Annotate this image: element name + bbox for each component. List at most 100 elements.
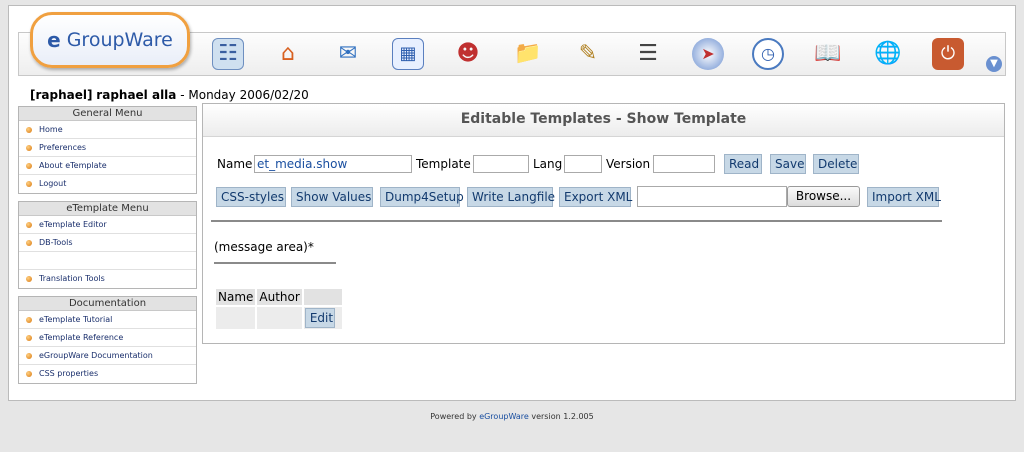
logo-mark: e	[47, 28, 61, 52]
menu-title: eTemplate Menu	[19, 202, 196, 216]
menu-item-label: About eTemplate	[39, 161, 107, 170]
lang-label: Lang	[533, 157, 563, 171]
calendar-icon[interactable]: ▦	[392, 38, 424, 70]
table-row: Edit	[216, 307, 342, 329]
logo-text: GroupWare	[66, 29, 173, 51]
footer-suffix: version 1.2.005	[528, 412, 594, 421]
menu-item-etemplate-editor[interactable]: eTemplate Editor	[19, 216, 196, 234]
browse-button[interactable]: Browse...	[787, 186, 860, 207]
bullet-icon	[26, 181, 32, 187]
column-header-name: Name	[216, 289, 256, 305]
footer-link[interactable]: eGroupWare	[479, 412, 529, 421]
menu-item-label: Translation Tools	[39, 274, 105, 283]
bullet-icon	[26, 127, 32, 133]
bullet-icon	[26, 317, 32, 323]
import-xml-button[interactable]: Import XML	[867, 187, 941, 207]
timesheet-icon[interactable]: ◷	[752, 38, 784, 70]
read-button[interactable]: Read	[724, 154, 762, 174]
menu-item-tutorial[interactable]: eTemplate Tutorial	[19, 311, 196, 329]
menu-item-db-tools[interactable]: DB-Tools	[19, 234, 196, 252]
separator-line	[211, 220, 942, 222]
message-underline	[214, 262, 336, 264]
menu-item-reference[interactable]: eTemplate Reference	[19, 329, 196, 347]
edit-button[interactable]: Edit	[304, 308, 335, 328]
cell-author	[257, 307, 302, 329]
sitemgr-icon[interactable]: ➤	[692, 38, 724, 70]
table-header-row: Name Author	[216, 289, 342, 305]
user-login: [raphael]	[30, 88, 93, 102]
menu-item-label: eGroupWare Documentation	[39, 351, 153, 360]
version-field[interactable]	[653, 155, 715, 173]
show-values-button[interactable]: Show Values	[291, 187, 373, 207]
home-icon[interactable]: ⌂	[272, 38, 304, 70]
save-button[interactable]: Save	[770, 154, 806, 174]
egroupware-logo[interactable]: e GroupWare	[30, 12, 190, 68]
menu-item-label: eTemplate Editor	[39, 220, 107, 229]
addressbook-icon[interactable]: ☻	[452, 38, 484, 70]
bullet-icon	[26, 222, 32, 228]
menu-item-css-properties[interactable]: CSS properties	[19, 365, 196, 383]
general-menu: General Menu Home Preferences About eTem…	[18, 106, 197, 194]
menu-item-translation-tools[interactable]: Translation Tools	[19, 270, 196, 288]
name-label: Name	[217, 157, 253, 171]
wiki-icon[interactable]: 🌐	[872, 38, 904, 70]
manual-icon[interactable]: 📖	[812, 38, 844, 70]
column-header-actions	[303, 289, 342, 305]
write-langfile-button[interactable]: Write Langfile	[467, 187, 555, 207]
menu-item-home[interactable]: Home	[19, 121, 196, 139]
menu-title: General Menu	[19, 107, 196, 121]
template-field[interactable]	[473, 155, 529, 173]
menu-item-label: Preferences	[39, 143, 87, 152]
delete-button[interactable]: Delete	[813, 154, 859, 174]
cell-name	[216, 307, 256, 329]
menu-item-preferences[interactable]: Preferences	[19, 139, 196, 157]
bullet-icon	[26, 163, 32, 169]
email-icon[interactable]: ✉	[332, 38, 364, 70]
etemplate-menu: eTemplate Menu eTemplate Editor DB-Tools…	[18, 201, 197, 289]
menu-item-egroupware-docs[interactable]: eGroupWare Documentation	[19, 347, 196, 365]
menu-item-label: DB-Tools	[39, 238, 73, 247]
bullet-icon	[26, 276, 32, 282]
user-info: [raphael] raphael alla - Monday 2006/02/…	[30, 88, 309, 102]
cell-actions: Edit	[303, 307, 342, 329]
current-date: Monday 2006/02/20	[188, 88, 309, 102]
scroll-down-icon[interactable]: ▼	[986, 56, 1002, 72]
xml-file-input[interactable]	[637, 186, 787, 207]
page-title: Editable Templates - Show Template	[203, 104, 1004, 137]
bullet-icon	[26, 353, 32, 359]
bullet-icon	[26, 335, 32, 341]
bullet-icon	[26, 371, 32, 377]
files-icon[interactable]: 📁	[512, 38, 544, 70]
menu-item-label: Home	[39, 125, 63, 134]
lang-field[interactable]	[564, 155, 602, 173]
dump4setup-button[interactable]: Dump4Setup	[380, 187, 464, 207]
bullet-icon	[26, 240, 32, 246]
main-panel: Editable Templates - Show Template Name …	[202, 103, 1005, 344]
message-area: (message area)*	[214, 240, 314, 254]
documentation-menu: Documentation eTemplate Tutorial eTempla…	[18, 296, 197, 384]
name-field[interactable]: et_media.show	[254, 155, 412, 173]
templates-table: Name Author Edit	[214, 287, 344, 331]
menu-item-label: eTemplate Tutorial	[39, 315, 113, 324]
user-groups-icon[interactable]: ☷	[212, 38, 244, 70]
menu-spacer	[19, 252, 196, 270]
user-name: raphael alla	[96, 88, 177, 102]
bullet-icon	[26, 145, 32, 151]
column-header-author: Author	[257, 289, 302, 305]
infolog-icon[interactable]: ✎	[572, 38, 604, 70]
menu-item-label: eTemplate Reference	[39, 333, 124, 342]
menu-item-about[interactable]: About eTemplate	[19, 157, 196, 175]
projects-icon[interactable]: ☰	[632, 38, 664, 70]
date-separator: -	[176, 88, 189, 102]
footer: Powered by eGroupWare version 1.2.005	[0, 412, 1024, 421]
export-xml-button[interactable]: Export XML	[559, 187, 632, 207]
menu-title: Documentation	[19, 297, 196, 311]
footer-prefix: Powered by	[430, 412, 480, 421]
css-styles-button[interactable]: CSS-styles	[216, 187, 286, 207]
version-label: Version	[606, 157, 651, 171]
template-label: Template	[416, 157, 471, 171]
logout-icon[interactable]: ⏻	[932, 38, 964, 70]
menu-item-label: CSS properties	[39, 369, 99, 378]
menu-item-label: Logout	[39, 179, 67, 188]
menu-item-logout[interactable]: Logout	[19, 175, 196, 193]
